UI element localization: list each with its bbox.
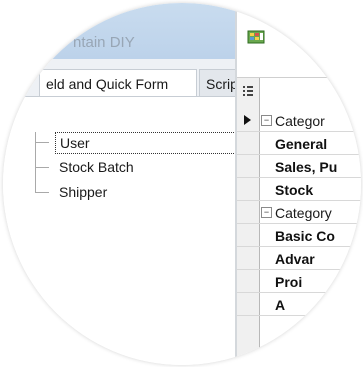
grid-item-label: Basic Co xyxy=(275,228,335,244)
form-designer-pane: ntain DIY eld and Quick Form Scrip User … xyxy=(3,3,260,365)
property-grid-pane: − Categor General Sales, Pu Stock − Cate… xyxy=(237,3,361,365)
grid-item-label: Advar xyxy=(275,251,315,267)
tree-item-user[interactable]: User xyxy=(55,132,260,154)
collapse-icon[interactable]: − xyxy=(261,115,272,126)
grid-sort-icon[interactable] xyxy=(242,85,254,97)
tab-field-and-quick-form[interactable]: eld and Quick Form xyxy=(39,69,197,97)
grid-item-label: General xyxy=(275,136,328,152)
grid-row[interactable]: A xyxy=(237,294,361,316)
collapse-icon[interactable]: − xyxy=(261,207,272,218)
grid-row[interactable]: − Categor xyxy=(237,110,361,132)
grid-row[interactable]: − Category xyxy=(237,202,361,224)
grid-item-label: Proi xyxy=(275,274,303,290)
grid-row[interactable]: Basic Co xyxy=(237,225,361,247)
property-toolbar xyxy=(237,3,361,77)
grid-item-label: A xyxy=(275,297,286,313)
tree-connector xyxy=(35,132,36,192)
app-title: ntain DIY xyxy=(73,34,135,51)
property-grid: − Categor General Sales, Pu Stock − Cate… xyxy=(237,77,361,365)
category-label: Categor xyxy=(275,113,325,129)
grid-row[interactable]: Stock xyxy=(237,179,361,201)
current-row-arrow-icon xyxy=(244,115,251,125)
zoom-lens: ntain DIY eld and Quick Form Scrip User … xyxy=(3,3,361,365)
tree-item-stock-batch[interactable]: Stock Batch xyxy=(55,157,134,179)
tab-divider xyxy=(3,96,235,97)
grid-row[interactable]: Sales, Pu xyxy=(237,156,361,178)
grid-row[interactable]: Proi xyxy=(237,271,361,293)
grid-item-label: Stock xyxy=(275,182,314,198)
tab-strip: eld and Quick Form Scrip xyxy=(3,59,239,97)
category-label: Category xyxy=(275,205,332,221)
grid-row[interactable]: General xyxy=(237,133,361,155)
grid-row[interactable]: Advar xyxy=(237,248,361,270)
grid-item-label: Sales, Pu xyxy=(275,159,338,175)
tree-connector xyxy=(35,167,49,168)
tab-script[interactable]: Scrip xyxy=(199,69,239,97)
title-bar: ntain DIY xyxy=(3,3,235,59)
tree-item-shipper[interactable]: Shipper xyxy=(55,182,107,204)
tree-connector xyxy=(35,192,49,193)
tree-connector xyxy=(35,142,49,143)
row-header xyxy=(237,110,259,131)
database-icon[interactable] xyxy=(247,29,265,45)
